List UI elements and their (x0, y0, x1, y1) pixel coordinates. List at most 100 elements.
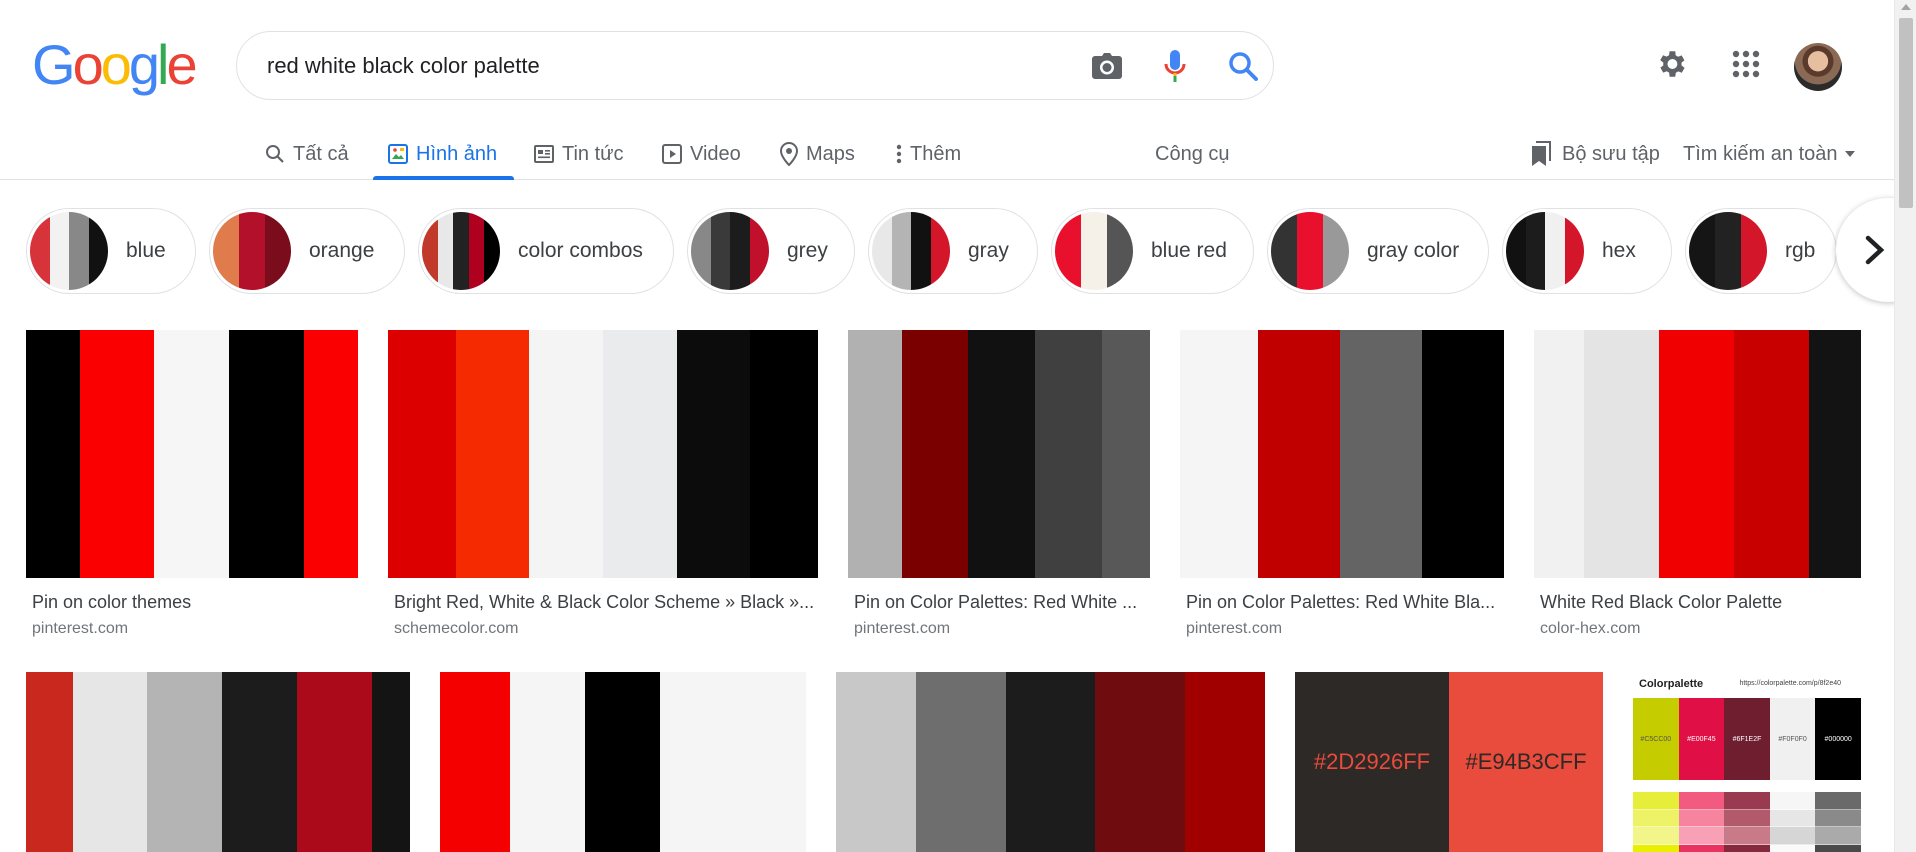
shade-swatch (1724, 844, 1770, 852)
bookmark-collection-icon (1532, 141, 1551, 166)
scroll-thumb[interactable] (1899, 18, 1913, 208)
palette-stripe (1422, 330, 1504, 578)
result-title[interactable]: White Red Black Color Palette (1540, 592, 1859, 613)
palette-stripe (304, 330, 358, 578)
result-source[interactable]: pinterest.com (854, 620, 950, 638)
chip-label: color combos (518, 239, 643, 262)
result-title[interactable]: Pin on Color Palettes: Red White Bla... (1186, 592, 1502, 613)
palette-stripe (26, 330, 80, 578)
tab-news[interactable]: Tin tức (534, 128, 624, 180)
chip-thumbnail-swatch (239, 212, 265, 290)
palette-stripe (154, 330, 229, 578)
chip-thumbnail (691, 212, 769, 290)
shade-column (1724, 792, 1770, 852)
chip-thumbnail-swatch (1545, 212, 1565, 290)
chevron-right-icon (1865, 235, 1885, 265)
chip-thumbnail (1055, 212, 1133, 290)
camera-icon[interactable] (1087, 46, 1127, 86)
chip-thumbnail-swatch (930, 212, 950, 290)
chip-thumbnail (30, 212, 108, 290)
tab-all[interactable]: Tất cả (265, 128, 349, 180)
shade-column (1769, 792, 1816, 852)
tab-more[interactable]: Thêm (896, 128, 961, 180)
result-thumbnail[interactable] (848, 330, 1150, 578)
chip-grey[interactable]: grey (687, 208, 855, 294)
chip-gray[interactable]: gray (868, 208, 1038, 294)
search-input[interactable] (267, 32, 1047, 99)
result-thumbnail[interactable] (26, 330, 358, 578)
scroll-up-arrow-icon[interactable] (1901, 4, 1911, 10)
tab-label: Tất cả (293, 142, 349, 165)
gear-icon[interactable] (1650, 43, 1692, 85)
more-vert-icon (896, 144, 902, 164)
chip-gray-color[interactable]: gray color (1267, 208, 1489, 294)
chip-thumbnail-swatch (1107, 212, 1133, 290)
result-thumbnail[interactable] (440, 672, 806, 852)
avatar[interactable] (1794, 43, 1842, 91)
result-title[interactable]: Pin on color themes (32, 592, 356, 613)
palette-stripe (26, 672, 73, 852)
result-thumbnail[interactable]: #2D2926FF #E94B3CFF (1295, 672, 1603, 852)
shade-swatch (1769, 844, 1816, 852)
google-logo[interactable]: Google (32, 37, 198, 93)
page-scrollbar[interactable] (1894, 0, 1916, 852)
search-icon[interactable] (1223, 46, 1263, 86)
result-source[interactable]: schemecolor.com (394, 620, 519, 638)
tools-button[interactable]: Công cụ (1155, 128, 1230, 180)
chip-label: blue (126, 239, 166, 262)
result-title[interactable]: Pin on Color Palettes: Red White ... (854, 592, 1148, 613)
video-icon (662, 144, 682, 164)
chip-label: orange (309, 239, 375, 262)
palette-stripe (1734, 330, 1809, 578)
chip-thumbnail-swatch (1271, 212, 1297, 290)
palette-stripe (1005, 672, 1096, 852)
result-thumbnail[interactable] (1180, 330, 1504, 578)
palette-stripe (80, 330, 154, 578)
microphone-icon[interactable] (1155, 46, 1195, 86)
chip-thumbnail-swatch (691, 212, 711, 290)
result-title[interactable]: Bright Red, White & Black Color Scheme »… (394, 592, 816, 613)
tab-label: Thêm (910, 142, 962, 165)
result-thumbnail[interactable] (836, 672, 1265, 852)
result-thumbnail[interactable] (388, 330, 818, 578)
chip-thumbnail-swatch (911, 212, 931, 290)
chip-label: rgb (1785, 239, 1816, 262)
caret-down-icon (1844, 151, 1855, 157)
result-source[interactable]: color-hex.com (1540, 620, 1640, 638)
chip-thumbnail-swatch (30, 212, 50, 290)
tab-maps[interactable]: Maps (780, 128, 855, 180)
shade-swatch (1769, 792, 1816, 810)
palette-stripe (915, 672, 1006, 852)
chip-thumbnail-swatch (69, 212, 89, 290)
chip-orange[interactable]: orange (209, 208, 405, 294)
result-thumbnail[interactable] (1534, 330, 1861, 578)
chip-label: gray (968, 239, 1009, 262)
result-thumbnail[interactable] (26, 672, 410, 852)
result-source[interactable]: pinterest.com (32, 620, 128, 638)
shade-swatch (1724, 792, 1770, 810)
result-thumbnail[interactable]: Colorpalette https://colorpalette.com/p/8… (1633, 672, 1861, 852)
chip-hex[interactable]: hex (1502, 208, 1672, 294)
chip-blue[interactable]: blue (26, 208, 196, 294)
apps-grid-icon[interactable] (1725, 43, 1767, 85)
palette-stripe (968, 330, 1035, 578)
chip-thumbnail-swatch (1081, 212, 1107, 290)
result-source[interactable]: pinterest.com (1186, 620, 1282, 638)
palette-stripe (1180, 330, 1258, 578)
chip-label: hex (1602, 239, 1636, 262)
tab-images[interactable]: Hình ảnh (388, 128, 497, 180)
tab-video[interactable]: Video (662, 128, 741, 180)
palette-stripe (1102, 330, 1150, 578)
palette-stripe (297, 672, 372, 852)
palette-stripe (1584, 330, 1659, 578)
chip-thumbnail-swatch (710, 212, 730, 290)
shade-column (1633, 792, 1679, 852)
safe-search-dropdown[interactable]: Tìm kiếm an toàn (1683, 128, 1856, 180)
chip-blue-red[interactable]: blue red (1051, 208, 1254, 294)
chip-thumbnail (1506, 212, 1584, 290)
collections-button[interactable]: Bộ sưu tập (1530, 128, 1660, 180)
palette-stripe (147, 672, 222, 852)
chip-rgb[interactable]: rgb (1685, 208, 1837, 294)
chip-color-combos[interactable]: color combos (418, 208, 674, 294)
chip-thumbnail-swatch (422, 212, 438, 290)
